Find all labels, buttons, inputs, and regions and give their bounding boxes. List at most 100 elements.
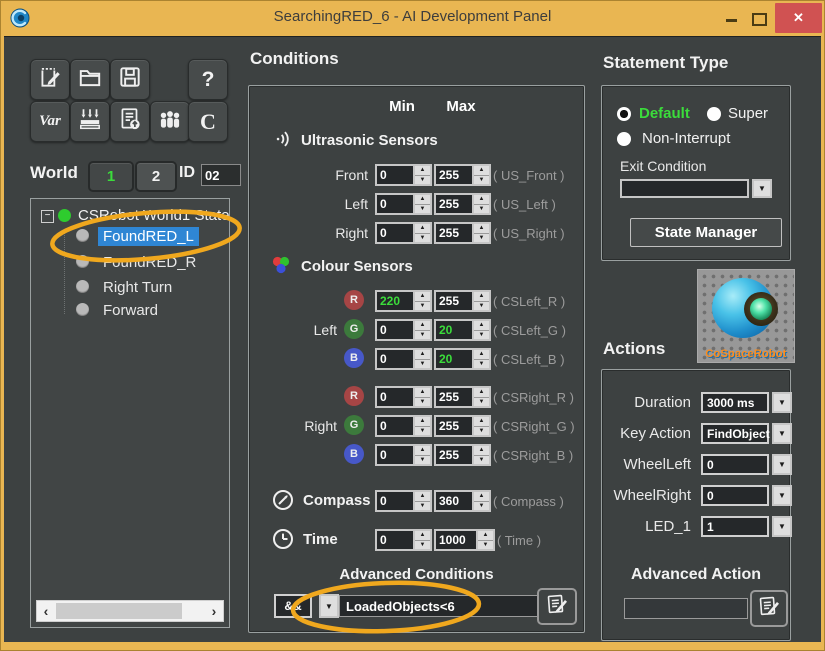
tree-item[interactable]: Right Turn	[31, 277, 229, 299]
radio-default[interactable]	[617, 107, 631, 121]
scroll-left-icon[interactable]: ‹	[37, 601, 55, 621]
max-spinbox[interactable]: 255 ▲ ▼	[434, 444, 491, 466]
dropdown-arrow-icon[interactable]: ▼	[752, 179, 772, 198]
max-spinbox[interactable]: 255 ▲ ▼	[434, 222, 491, 244]
variables-button[interactable]: Var	[30, 101, 70, 142]
advanced-action-input[interactable]	[624, 598, 748, 619]
c-code-button[interactable]: C	[188, 101, 228, 142]
max-value[interactable]: 255	[434, 290, 472, 312]
key-action-dropdown[interactable]: FindObject ▼	[701, 423, 792, 444]
max-value[interactable]: 255	[434, 164, 472, 186]
spinner-buttons[interactable]: ▲ ▼	[472, 193, 491, 215]
dropdown-arrow-icon[interactable]: ▼	[772, 454, 792, 475]
world-2-button[interactable]: 2	[135, 161, 177, 192]
min-value[interactable]: 220	[375, 290, 413, 312]
state-tree[interactable]: − CSRobot World1 State FoundRED_L FoundR…	[30, 198, 230, 628]
new-state-button[interactable]	[30, 59, 70, 100]
min-spinbox[interactable]: 0 ▲ ▼	[375, 444, 432, 466]
spinner-buttons[interactable]: ▲ ▼	[413, 444, 432, 466]
max-spinbox[interactable]: 360 ▲ ▼	[434, 490, 491, 512]
max-spinbox[interactable]: 20 ▲ ▼	[434, 319, 491, 341]
min-value[interactable]: 0	[375, 222, 413, 244]
maximize-button[interactable]	[752, 13, 767, 26]
min-value[interactable]: 0	[375, 490, 413, 512]
spinner-buttons[interactable]: ▲ ▼	[472, 222, 491, 244]
close-button[interactable]: ✕	[775, 3, 822, 33]
dropdown-arrow-icon[interactable]: ▼	[772, 485, 792, 506]
max-value[interactable]: 255	[434, 386, 472, 408]
min-spinbox[interactable]: 0 ▲ ▼	[375, 222, 432, 244]
dropdown-arrow-icon[interactable]: ▼	[772, 392, 792, 413]
open-button[interactable]	[70, 59, 110, 100]
radio-default-label[interactable]: Default	[639, 105, 690, 122]
spinner-buttons[interactable]: ▲ ▼	[472, 444, 491, 466]
max-spinbox[interactable]: 255 ▲ ▼	[434, 193, 491, 215]
radio-super-label[interactable]: Super	[728, 105, 768, 122]
dropdown-value[interactable]: 3000 ms	[701, 392, 769, 413]
tree-item-label[interactable]: FoundRED_R	[98, 253, 201, 272]
spinner-buttons[interactable]: ▲ ▼	[472, 164, 491, 186]
spinner-buttons[interactable]: ▲ ▼	[413, 490, 432, 512]
tree-item-label[interactable]: FoundRED_L	[98, 227, 199, 246]
dropdown-value[interactable]: 0	[701, 485, 769, 506]
max-spinbox[interactable]: 255 ▲ ▼	[434, 415, 491, 437]
max-spinbox[interactable]: 255 ▲ ▼	[434, 164, 491, 186]
dropdown-arrow-icon[interactable]: ▼	[772, 423, 792, 444]
max-value[interactable]: 20	[434, 348, 472, 370]
exit-condition-value[interactable]	[620, 179, 749, 198]
min-value[interactable]: 0	[375, 193, 413, 215]
spinner-buttons[interactable]: ▲ ▼	[472, 319, 491, 341]
max-value[interactable]: 20	[434, 319, 472, 341]
min-spinbox[interactable]: 0 ▲ ▼	[375, 348, 432, 370]
spinner-buttons[interactable]: ▲ ▼	[472, 348, 491, 370]
spinner-buttons[interactable]: ▲ ▼	[413, 529, 432, 551]
wheel-right-dropdown[interactable]: 0 ▼	[701, 485, 792, 506]
max-value[interactable]: 360	[434, 490, 472, 512]
save-button[interactable]	[110, 59, 150, 100]
spinner-buttons[interactable]: ▲ ▼	[413, 193, 432, 215]
min-spinbox[interactable]: 0 ▲ ▼	[375, 386, 432, 408]
spinner-buttons[interactable]: ▲ ▼	[476, 529, 495, 551]
spinner-buttons[interactable]: ▲ ▼	[413, 222, 432, 244]
horizontal-scrollbar[interactable]: ‹ ›	[36, 600, 224, 622]
edit-action-button[interactable]	[750, 590, 788, 627]
spinner-buttons[interactable]: ▲ ▼	[413, 290, 432, 312]
min-spinbox[interactable]: 220 ▲ ▼	[375, 290, 432, 312]
edit-condition-button[interactable]	[537, 588, 577, 625]
max-value[interactable]: 1000	[434, 529, 476, 551]
dropdown-value[interactable]: 0	[701, 454, 769, 475]
duration-dropdown[interactable]: 3000 ms ▼	[701, 392, 792, 413]
tree-item[interactable]: Forward	[31, 300, 229, 322]
dropdown-value[interactable]: FindObject	[701, 423, 770, 444]
min-spinbox[interactable]: 0 ▲ ▼	[375, 529, 432, 551]
max-spinbox[interactable]: 255 ▲ ▼	[434, 386, 491, 408]
min-value[interactable]: 0	[375, 348, 413, 370]
min-value[interactable]: 0	[375, 444, 413, 466]
spinner-buttons[interactable]: ▲ ▼	[413, 348, 432, 370]
spinner-buttons[interactable]: ▲ ▼	[472, 415, 491, 437]
radio-super[interactable]	[707, 107, 721, 121]
min-value[interactable]: 0	[375, 529, 413, 551]
export-doc-button[interactable]	[110, 101, 150, 142]
help-button[interactable]: ?	[188, 59, 228, 100]
tree-root[interactable]: − CSRobot World1 State	[31, 205, 229, 227]
max-value[interactable]: 255	[434, 415, 472, 437]
logic-operator-select[interactable]: &&	[274, 594, 312, 618]
min-value[interactable]: 0	[375, 415, 413, 437]
dropdown-value[interactable]: 1	[701, 516, 769, 537]
radio-non-interrupt[interactable]	[617, 132, 631, 146]
dropdown-arrow-icon[interactable]: ▼	[772, 516, 792, 537]
id-input[interactable]	[201, 164, 241, 186]
spinner-buttons[interactable]: ▲ ▼	[472, 290, 491, 312]
wheel-left-dropdown[interactable]: 0 ▼	[701, 454, 792, 475]
spinner-buttons[interactable]: ▲ ▼	[413, 319, 432, 341]
radio-non-interrupt-label[interactable]: Non-Interrupt	[642, 130, 730, 147]
max-spinbox[interactable]: 1000 ▲ ▼	[434, 529, 495, 551]
advanced-condition-input[interactable]	[339, 595, 539, 617]
scrollbar-thumb[interactable]	[56, 603, 182, 619]
spinner-buttons[interactable]: ▲ ▼	[413, 386, 432, 408]
tree-item-label[interactable]: Forward	[98, 301, 163, 320]
state-manager-button[interactable]: State Manager	[630, 218, 782, 247]
tree-item-label[interactable]: Right Turn	[98, 278, 177, 297]
max-spinbox[interactable]: 20 ▲ ▼	[434, 348, 491, 370]
